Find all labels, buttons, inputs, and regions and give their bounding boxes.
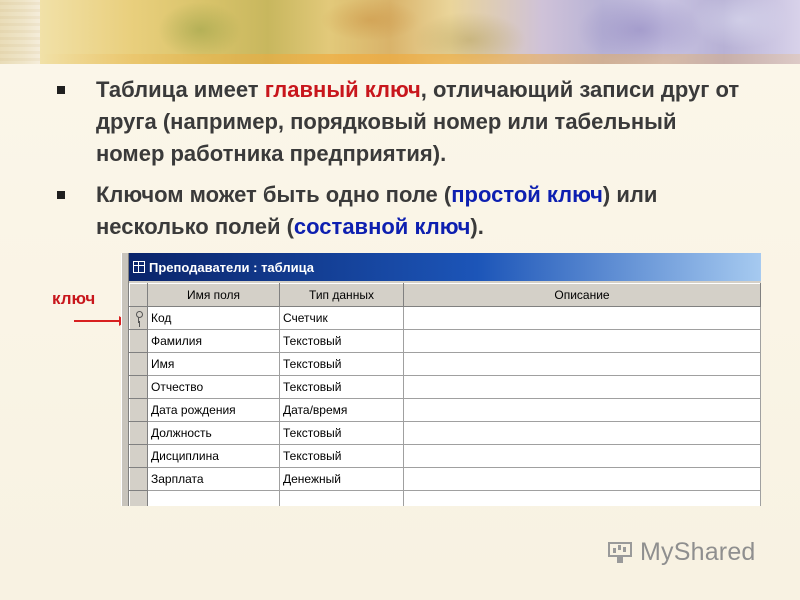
table-icon (133, 261, 145, 273)
window-title: Преподаватели : таблица (149, 259, 315, 275)
window-frame-edge (122, 253, 129, 506)
term-simple-key: простой ключ (451, 182, 603, 207)
data-type-cell[interactable]: Дата/время (279, 398, 404, 422)
data-type-cell[interactable]: Текстовый (279, 375, 404, 399)
row-selector[interactable] (129, 306, 148, 330)
data-type-cell[interactable]: Текстовый (279, 329, 404, 353)
description-cell[interactable] (403, 421, 761, 445)
field-name-cell[interactable]: Фамилия (147, 329, 280, 353)
column-header-field-name[interactable]: Имя поля (147, 283, 280, 307)
row-selector[interactable] (129, 375, 148, 399)
term-composite-key: составной ключ (293, 214, 471, 239)
key-callout-label: ключ (52, 289, 96, 308)
row-selector[interactable] (129, 398, 148, 422)
key-callout-arrow (74, 316, 127, 326)
data-type-cell[interactable]: Текстовый (279, 352, 404, 376)
description-cell[interactable] (403, 398, 761, 422)
table-row[interactable]: Дисциплина Текстовый (129, 444, 761, 468)
column-header-data-type[interactable]: Тип данных (279, 283, 404, 307)
field-name-cell[interactable]: Должность (147, 421, 280, 445)
window-titlebar[interactable]: Преподаватели : таблица (129, 253, 761, 281)
table-design-window[interactable]: Преподаватели : таблица Имя поля Тип дан… (121, 253, 761, 506)
table-row[interactable]: Код Счетчик (129, 306, 761, 330)
field-name-cell[interactable]: Дата рождения (147, 398, 280, 422)
table-row[interactable]: Имя Текстовый (129, 352, 761, 376)
row-selector[interactable] (129, 444, 148, 468)
square-bullet-icon (57, 86, 65, 94)
description-cell[interactable] (403, 444, 761, 468)
data-type-cell[interactable]: Текстовый (279, 444, 404, 468)
data-type-cell[interactable]: Счетчик (279, 306, 404, 330)
description-cell[interactable] (403, 490, 761, 506)
bullet-list: Таблица имеет главный ключ, отличающий з… (55, 74, 745, 252)
data-type-cell[interactable]: Текстовый (279, 421, 404, 445)
column-header-description[interactable]: Описание (403, 283, 761, 307)
slide: Таблица имеет главный ключ, отличающий з… (0, 0, 800, 600)
description-cell[interactable] (403, 329, 761, 353)
table-row[interactable]: Зарплата Денежный (129, 467, 761, 491)
table-row[interactable]: Дата рождения Дата/время (129, 398, 761, 422)
bullet-text: Ключом может быть одно поле (простой клю… (96, 179, 745, 243)
table-row[interactable]: Должность Текстовый (129, 421, 761, 445)
header-floral-banner (40, 0, 800, 64)
grid-header-row: Имя поля Тип данных Описание (129, 283, 761, 307)
row-selector[interactable] (129, 421, 148, 445)
bullet-item-key-types: Ключом может быть одно поле (простой клю… (55, 179, 745, 243)
field-name-cell[interactable]: Код (147, 306, 280, 330)
table-row[interactable]: Фамилия Текстовый (129, 329, 761, 353)
field-name-cell[interactable]: Зарплата (147, 467, 280, 491)
row-selector-header[interactable] (129, 283, 148, 307)
bullet-text: Таблица имеет главный ключ, отличающий з… (96, 74, 745, 170)
presentation-screen-icon (606, 540, 636, 566)
bullet-text-part: ). (470, 214, 484, 239)
bullet-text-part: Таблица имеет (96, 77, 265, 102)
row-selector[interactable] (129, 467, 148, 491)
description-cell[interactable] (403, 306, 761, 330)
data-type-cell[interactable]: Денежный (279, 467, 404, 491)
primary-key-icon (135, 310, 143, 323)
bullet-text-part: Ключом может быть одно поле ( (96, 182, 452, 207)
description-cell[interactable] (403, 467, 761, 491)
row-selector[interactable] (129, 329, 148, 353)
data-type-cell[interactable] (279, 490, 404, 506)
field-name-cell[interactable] (147, 490, 280, 506)
table-row[interactable]: Отчество Текстовый (129, 375, 761, 399)
field-name-cell[interactable]: Имя (147, 352, 280, 376)
description-cell[interactable] (403, 352, 761, 376)
row-selector[interactable] (129, 352, 148, 376)
term-primary-key: главный ключ (264, 77, 421, 102)
bullet-item-primary-key: Таблица имеет главный ключ, отличающий з… (55, 74, 745, 170)
row-selector[interactable] (129, 490, 148, 506)
watermark-text: MyShared (640, 538, 756, 566)
table-row-new[interactable] (129, 490, 761, 506)
description-cell[interactable] (403, 375, 761, 399)
field-name-cell[interactable]: Отчество (147, 375, 280, 399)
field-name-cell[interactable]: Дисциплина (147, 444, 280, 468)
watermark-logo: MyShared (606, 538, 756, 567)
square-bullet-icon (57, 191, 65, 199)
field-design-grid: Имя поля Тип данных Описание Код Счетчик… (129, 283, 761, 506)
